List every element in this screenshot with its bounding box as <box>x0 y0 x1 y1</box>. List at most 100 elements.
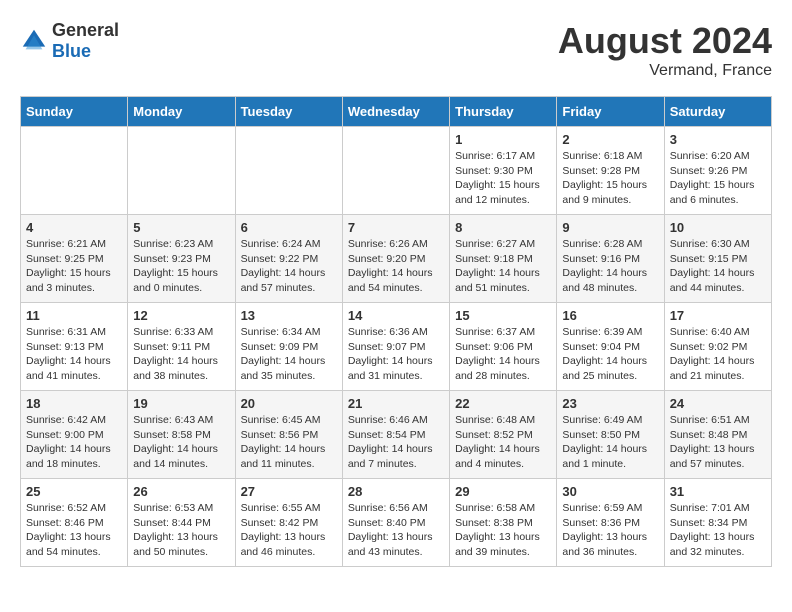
day-info: Sunrise: 6:49 AM Sunset: 8:50 PM Dayligh… <box>562 413 658 472</box>
calendar-cell: 25 Sunrise: 6:52 AM Sunset: 8:46 PM Dayli… <box>21 479 128 567</box>
calendar-cell <box>235 127 342 215</box>
day-number: 16 <box>562 308 658 323</box>
day-number: 1 <box>455 132 551 147</box>
day-info: Sunrise: 6:42 AM Sunset: 9:00 PM Dayligh… <box>26 413 122 472</box>
day-number: 9 <box>562 220 658 235</box>
day-number: 29 <box>455 484 551 499</box>
day-number: 14 <box>348 308 444 323</box>
day-info: Sunrise: 6:26 AM Sunset: 9:20 PM Dayligh… <box>348 237 444 296</box>
day-info: Sunrise: 6:40 AM Sunset: 9:02 PM Dayligh… <box>670 325 766 384</box>
calendar-cell: 7 Sunrise: 6:26 AM Sunset: 9:20 PM Daylig… <box>342 215 449 303</box>
day-info: Sunrise: 6:37 AM Sunset: 9:06 PM Dayligh… <box>455 325 551 384</box>
day-number: 3 <box>670 132 766 147</box>
logo: General Blue <box>20 20 119 62</box>
day-of-week-header: Wednesday <box>342 97 449 127</box>
day-number: 18 <box>26 396 122 411</box>
calendar-cell: 28Sunrise: 6:56 AM Sunset: 8:40 PM Dayli… <box>342 479 449 567</box>
calendar-cell <box>342 127 449 215</box>
calendar-week-row: 18 Sunrise: 6:42 AM Sunset: 9:00 PM Dayli… <box>21 391 772 479</box>
calendar-cell: 18 Sunrise: 6:42 AM Sunset: 9:00 PM Dayli… <box>21 391 128 479</box>
day-info: Sunrise: 6:21 AM Sunset: 9:25 PM Dayligh… <box>26 237 122 296</box>
day-number: 20 <box>241 396 337 411</box>
day-info: Sunrise: 6:17 AM Sunset: 9:30 PM Dayligh… <box>455 149 551 208</box>
day-number: 4 <box>26 220 122 235</box>
day-of-week-header: Saturday <box>664 97 771 127</box>
day-info: Sunrise: 6:33 AM Sunset: 9:11 PM Dayligh… <box>133 325 229 384</box>
calendar-cell <box>128 127 235 215</box>
day-info: Sunrise: 6:23 AM Sunset: 9:23 PM Dayligh… <box>133 237 229 296</box>
calendar-table: SundayMondayTuesdayWednesdayThursdayFrid… <box>20 96 772 567</box>
calendar-cell: 2 Sunrise: 6:18 AM Sunset: 9:28 PM Daylig… <box>557 127 664 215</box>
day-of-week-header: Sunday <box>21 97 128 127</box>
day-number: 23 <box>562 396 658 411</box>
day-number: 10 <box>670 220 766 235</box>
location: Vermand, France <box>558 62 772 80</box>
calendar-cell: 29Sunrise: 6:58 AM Sunset: 8:38 PM Dayli… <box>450 479 557 567</box>
calendar-cell: 3 Sunrise: 6:20 AM Sunset: 9:26 PM Daylig… <box>664 127 771 215</box>
calendar-cell: 30Sunrise: 6:59 AM Sunset: 8:36 PM Dayli… <box>557 479 664 567</box>
day-number: 7 <box>348 220 444 235</box>
day-info: Sunrise: 6:34 AM Sunset: 9:09 PM Dayligh… <box>241 325 337 384</box>
day-info: Sunrise: 6:53 AM Sunset: 8:44 PM Dayligh… <box>133 501 229 560</box>
day-number: 19 <box>133 396 229 411</box>
day-info: Sunrise: 6:46 AM Sunset: 8:54 PM Dayligh… <box>348 413 444 472</box>
day-number: 6 <box>241 220 337 235</box>
day-info: Sunrise: 6:28 AM Sunset: 9:16 PM Dayligh… <box>562 237 658 296</box>
calendar-header-row: SundayMondayTuesdayWednesdayThursdayFrid… <box>21 97 772 127</box>
day-info: Sunrise: 6:20 AM Sunset: 9:26 PM Dayligh… <box>670 149 766 208</box>
calendar-cell <box>21 127 128 215</box>
day-number: 15 <box>455 308 551 323</box>
day-info: Sunrise: 6:18 AM Sunset: 9:28 PM Dayligh… <box>562 149 658 208</box>
calendar-cell: 24Sunrise: 6:51 AM Sunset: 8:48 PM Dayli… <box>664 391 771 479</box>
day-number: 28 <box>348 484 444 499</box>
day-info: Sunrise: 6:30 AM Sunset: 9:15 PM Dayligh… <box>670 237 766 296</box>
calendar-cell: 31 Sunrise: 7:01 AM Sunset: 8:34 PM Dayli… <box>664 479 771 567</box>
day-info: Sunrise: 6:52 AM Sunset: 8:46 PM Dayligh… <box>26 501 122 560</box>
calendar-cell: 22 Sunrise: 6:48 AM Sunset: 8:52 PM Dayli… <box>450 391 557 479</box>
calendar-week-row: 4 Sunrise: 6:21 AM Sunset: 9:25 PM Daylig… <box>21 215 772 303</box>
calendar-cell: 15 Sunrise: 6:37 AM Sunset: 9:06 PM Dayli… <box>450 303 557 391</box>
calendar-cell: 12Sunrise: 6:33 AM Sunset: 9:11 PM Dayli… <box>128 303 235 391</box>
day-info: Sunrise: 6:55 AM Sunset: 8:42 PM Dayligh… <box>241 501 337 560</box>
day-of-week-header: Monday <box>128 97 235 127</box>
logo-text: General Blue <box>52 20 119 62</box>
page-header: General Blue August 2024 Vermand, France <box>20 20 772 80</box>
day-info: Sunrise: 6:51 AM Sunset: 8:48 PM Dayligh… <box>670 413 766 472</box>
day-number: 5 <box>133 220 229 235</box>
calendar-cell: 19 Sunrise: 6:43 AM Sunset: 8:58 PM Dayli… <box>128 391 235 479</box>
calendar-cell: 26Sunrise: 6:53 AM Sunset: 8:44 PM Dayli… <box>128 479 235 567</box>
calendar-cell: 13 Sunrise: 6:34 AM Sunset: 9:09 PM Dayli… <box>235 303 342 391</box>
calendar-week-row: 11Sunrise: 6:31 AM Sunset: 9:13 PM Dayli… <box>21 303 772 391</box>
calendar-cell: 4 Sunrise: 6:21 AM Sunset: 9:25 PM Daylig… <box>21 215 128 303</box>
calendar-cell: 11Sunrise: 6:31 AM Sunset: 9:13 PM Dayli… <box>21 303 128 391</box>
day-number: 2 <box>562 132 658 147</box>
month-year: August 2024 <box>558 20 772 62</box>
day-number: 13 <box>241 308 337 323</box>
calendar-body: 1 Sunrise: 6:17 AM Sunset: 9:30 PM Daylig… <box>21 127 772 567</box>
day-info: Sunrise: 6:24 AM Sunset: 9:22 PM Dayligh… <box>241 237 337 296</box>
title-block: August 2024 Vermand, France <box>558 20 772 80</box>
calendar-cell: 23 Sunrise: 6:49 AM Sunset: 8:50 PM Dayli… <box>557 391 664 479</box>
day-info: Sunrise: 7:01 AM Sunset: 8:34 PM Dayligh… <box>670 501 766 560</box>
day-info: Sunrise: 6:45 AM Sunset: 8:56 PM Dayligh… <box>241 413 337 472</box>
day-number: 22 <box>455 396 551 411</box>
day-info: Sunrise: 6:43 AM Sunset: 8:58 PM Dayligh… <box>133 413 229 472</box>
day-number: 17 <box>670 308 766 323</box>
calendar-cell: 14Sunrise: 6:36 AM Sunset: 9:07 PM Dayli… <box>342 303 449 391</box>
day-of-week-header: Friday <box>557 97 664 127</box>
day-info: Sunrise: 6:27 AM Sunset: 9:18 PM Dayligh… <box>455 237 551 296</box>
day-number: 31 <box>670 484 766 499</box>
day-number: 27 <box>241 484 337 499</box>
calendar-cell: 6 Sunrise: 6:24 AM Sunset: 9:22 PM Daylig… <box>235 215 342 303</box>
calendar-cell: 8Sunrise: 6:27 AM Sunset: 9:18 PM Daylig… <box>450 215 557 303</box>
day-number: 25 <box>26 484 122 499</box>
calendar-cell: 1 Sunrise: 6:17 AM Sunset: 9:30 PM Daylig… <box>450 127 557 215</box>
day-info: Sunrise: 6:48 AM Sunset: 8:52 PM Dayligh… <box>455 413 551 472</box>
day-number: 21 <box>348 396 444 411</box>
calendar-cell: 20 Sunrise: 6:45 AM Sunset: 8:56 PM Dayli… <box>235 391 342 479</box>
calendar-cell: 16 Sunrise: 6:39 AM Sunset: 9:04 PM Dayli… <box>557 303 664 391</box>
logo-icon <box>20 27 48 55</box>
calendar-cell: 17 Sunrise: 6:40 AM Sunset: 9:02 PM Dayli… <box>664 303 771 391</box>
day-info: Sunrise: 6:39 AM Sunset: 9:04 PM Dayligh… <box>562 325 658 384</box>
calendar-cell: 27 Sunrise: 6:55 AM Sunset: 8:42 PM Dayli… <box>235 479 342 567</box>
